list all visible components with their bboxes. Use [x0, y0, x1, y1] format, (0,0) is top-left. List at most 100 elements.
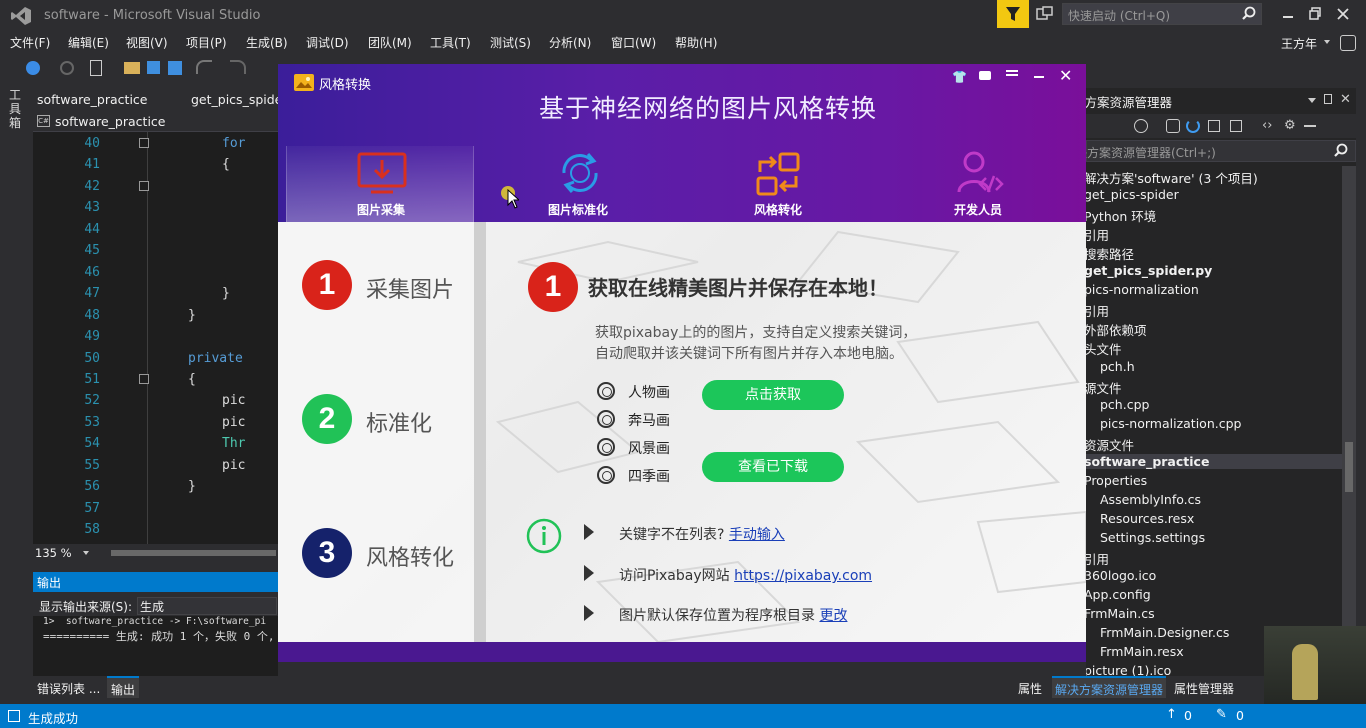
radio-horse[interactable]: [597, 410, 615, 428]
menu-build[interactable]: 生成(B): [246, 34, 288, 51]
new-project-icon[interactable]: [90, 60, 102, 76]
pin-icon[interactable]: [1324, 94, 1332, 104]
user-name[interactable]: 王方年: [1281, 35, 1317, 52]
collapse-toggle-42[interactable]: [139, 181, 149, 191]
fetch-button[interactable]: 点击获取: [702, 380, 844, 410]
back-icon[interactable]: [26, 61, 40, 75]
file-dropdown-label[interactable]: software_practice: [55, 114, 165, 129]
solution-tree-item[interactable]: 解决方案'software' (3 个项目): [1086, 168, 1258, 187]
step-2-label[interactable]: 标准化: [366, 406, 432, 438]
step-3-label[interactable]: 风格转化: [366, 540, 454, 572]
solution-tree-item[interactable]: picture (1).ico: [1086, 663, 1171, 676]
nav-tab-collect[interactable]: 图片采集: [286, 146, 474, 222]
view-downloaded-button[interactable]: 查看已下载: [702, 452, 844, 482]
change-location-link[interactable]: 更改: [819, 608, 847, 624]
solution-search-input[interactable]: 决方案资源管理器(Ctrl+;): [1086, 140, 1356, 162]
horizontal-scrollbar[interactable]: [111, 550, 276, 556]
code-editor[interactable]: 40 41 42 43 44 45 46 47 48 49 50 51 52 53 54 55 56 57 58 f…: [33, 132, 278, 544]
search-icon[interactable]: [1333, 143, 1349, 162]
tab-properties[interactable]: 属性: [1018, 680, 1042, 697]
nav-tab-normalize[interactable]: 图片标准化: [484, 146, 672, 222]
solution-tree-item[interactable]: pics-normalization.cpp: [1100, 416, 1241, 431]
solution-tree-item[interactable]: AssemblyInfo.cs: [1100, 492, 1201, 507]
menu-tools[interactable]: 工具(T): [430, 34, 471, 51]
properties-wrench-icon[interactable]: ⚙: [1284, 118, 1296, 133]
output-text-area[interactable]: 1> software_practice -> F:\software_pi =…: [33, 616, 278, 676]
save-all-icon[interactable]: [168, 61, 182, 75]
forward-icon[interactable]: [60, 61, 74, 75]
collapse-all-icon[interactable]: [1208, 120, 1220, 132]
show-files-icon[interactable]: [1230, 120, 1242, 132]
solution-tree-item[interactable]: FrmMain.resx: [1100, 644, 1184, 659]
solution-tree-item[interactable]: software_practice: [1086, 453, 1342, 469]
sync-icon[interactable]: [1166, 119, 1180, 133]
radio-seasons[interactable]: [597, 466, 615, 484]
nav-tab-convert[interactable]: 风格转化: [684, 146, 872, 222]
solution-tree-item[interactable]: 引用: [1086, 225, 1109, 244]
solution-tree-item[interactable]: get_pics_spider.py: [1086, 263, 1212, 278]
preview-icon[interactable]: [1304, 125, 1316, 127]
solution-tree-item[interactable]: 头文件: [1086, 339, 1122, 358]
solution-tree-item[interactable]: 搜索路径: [1086, 244, 1134, 263]
open-folder-icon[interactable]: [124, 62, 140, 74]
solution-tree-item[interactable]: pics-normalization: [1086, 282, 1199, 297]
dialog-close-button[interactable]: ✕: [1059, 66, 1072, 85]
solution-tree-item[interactable]: App.config: [1086, 587, 1151, 602]
redo-icon[interactable]: [230, 60, 246, 74]
menu-icon[interactable]: [1006, 70, 1018, 72]
minimize-button[interactable]: [1276, 4, 1300, 24]
step-1-label[interactable]: 采集图片: [366, 272, 454, 304]
solution-tree-item[interactable]: 源文件: [1086, 378, 1122, 397]
tab-solution-explorer[interactable]: 解决方案资源管理器: [1052, 676, 1167, 698]
tab-error-list[interactable]: 错误列表 ...: [37, 680, 100, 697]
scrollbar-thumb[interactable]: [1345, 442, 1353, 492]
nav-tab-developers[interactable]: 开发人员: [884, 146, 1072, 222]
publish-up-icon[interactable]: ↑: [1166, 707, 1177, 722]
solution-tree-item[interactable]: pch.cpp: [1100, 397, 1149, 412]
tab-get-pics-spider[interactable]: get_pics_spider: [191, 92, 288, 107]
dialog-minimize-button[interactable]: [1034, 76, 1044, 78]
solution-tree-item[interactable]: Python 环境: [1086, 206, 1156, 225]
panel-close-icon[interactable]: ✕: [1340, 92, 1351, 107]
skin-icon[interactable]: 👕: [952, 70, 967, 84]
menu-test[interactable]: 测试(S): [490, 34, 531, 51]
pencil-icon[interactable]: ✎: [1216, 707, 1227, 722]
menu-debug[interactable]: 调试(D): [306, 34, 349, 51]
menu-view[interactable]: 视图(V): [126, 34, 168, 51]
tab-output[interactable]: 输出: [107, 676, 140, 698]
save-icon[interactable]: [147, 61, 160, 74]
solution-tree-item[interactable]: 引用: [1086, 549, 1109, 568]
menu-file[interactable]: 文件(F): [10, 34, 50, 51]
menu-edit[interactable]: 编辑(E): [68, 34, 109, 51]
solution-tree-item[interactable]: Properties: [1086, 473, 1147, 488]
vertical-scrollbar[interactable]: [1342, 166, 1356, 676]
menu-help[interactable]: 帮助(H): [675, 34, 717, 51]
pixabay-link[interactable]: https://pixabay.com: [734, 568, 872, 584]
solution-tree-item[interactable]: FrmMain.cs: [1086, 606, 1155, 621]
zoom-dropdown-icon[interactable]: [83, 551, 89, 555]
view-code-icon[interactable]: ‹›: [1262, 118, 1272, 133]
notification-icon[interactable]: [997, 0, 1029, 28]
toolbox-label[interactable]: 工具箱: [9, 88, 23, 130]
manual-input-link[interactable]: 手动输入: [729, 527, 785, 543]
solution-tree-item[interactable]: 外部依赖项: [1086, 320, 1147, 339]
radio-portrait[interactable]: [597, 382, 615, 400]
message-icon[interactable]: [979, 71, 991, 80]
solution-tree-item[interactable]: Settings.settings: [1100, 530, 1205, 545]
output-source-select[interactable]: 生成: [137, 597, 277, 615]
tab-property-manager[interactable]: 属性管理器: [1174, 680, 1234, 697]
feedback-smiley-icon[interactable]: [1340, 35, 1356, 51]
collapse-toggle-51[interactable]: [139, 374, 149, 384]
quick-launch-input[interactable]: 快速启动 (Ctrl+Q): [1062, 3, 1262, 25]
solution-tree-item[interactable]: Resources.resx: [1100, 511, 1194, 526]
panel-dropdown-icon[interactable]: [1308, 98, 1316, 103]
solution-tree-item[interactable]: 360logo.ico: [1086, 568, 1156, 583]
menu-project[interactable]: 项目(P): [186, 34, 227, 51]
undo-icon[interactable]: [196, 60, 212, 74]
collapse-toggle-40[interactable]: [139, 138, 149, 148]
feedback-icon[interactable]: [1036, 6, 1054, 22]
user-dropdown-icon[interactable]: [1324, 40, 1330, 44]
tab-software-practice[interactable]: software_practice: [37, 92, 147, 107]
zoom-level[interactable]: 135 %: [35, 546, 72, 560]
menu-team[interactable]: 团队(M): [368, 34, 412, 51]
